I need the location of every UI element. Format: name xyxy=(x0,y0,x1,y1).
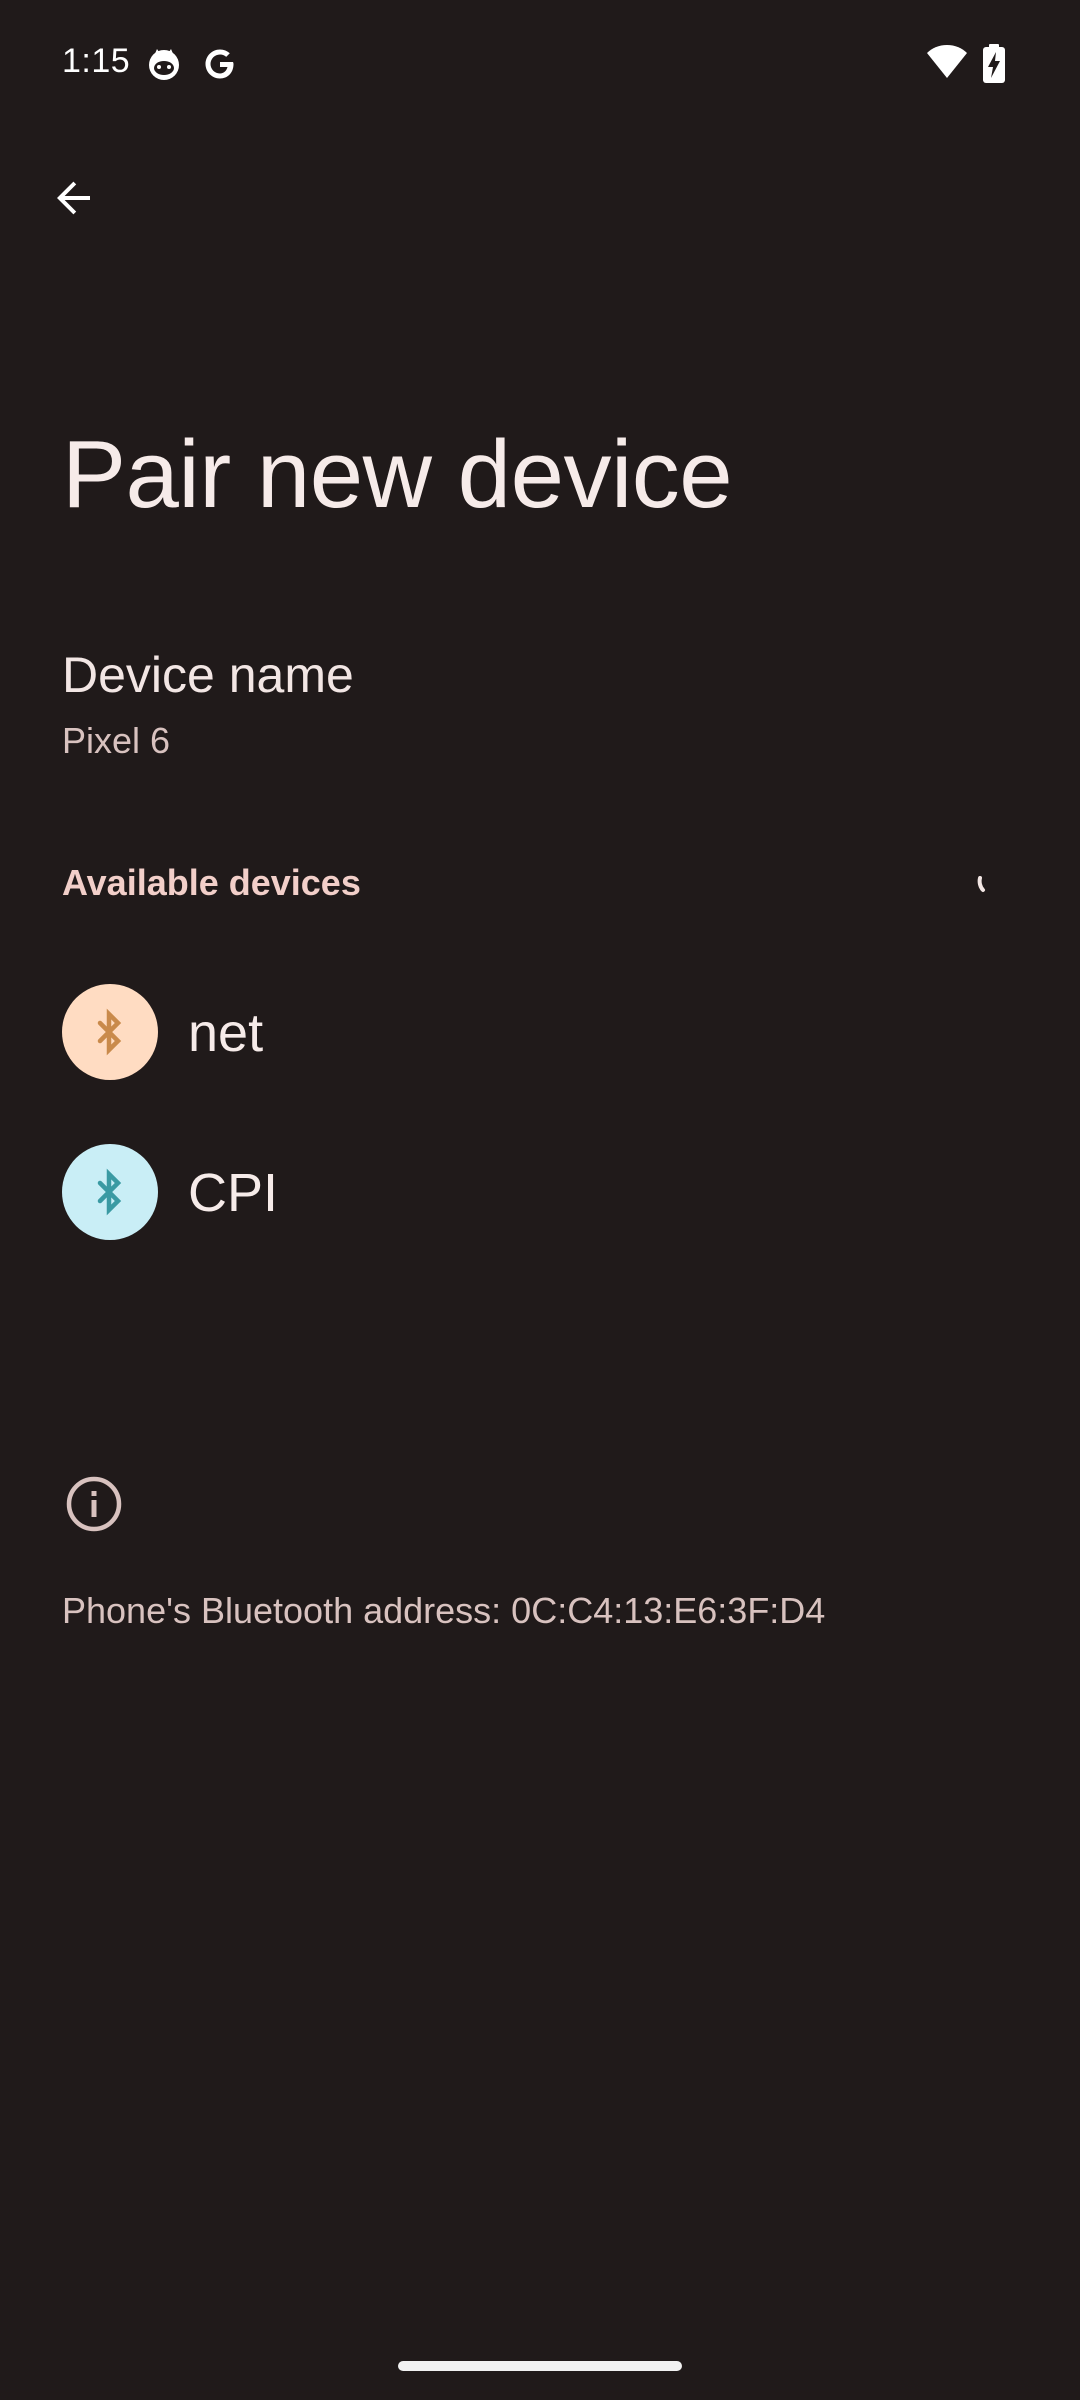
cat-face-icon xyxy=(146,46,182,87)
device-label: CPI xyxy=(188,1163,279,1223)
scanning-spinner xyxy=(974,876,992,894)
device-name-setting[interactable]: Device name Pixel 6 xyxy=(0,624,1080,784)
battery-charging-icon xyxy=(982,44,1006,89)
wifi-icon xyxy=(926,44,968,85)
back-button[interactable] xyxy=(36,162,112,238)
bluetooth-icon xyxy=(62,984,158,1080)
device-label: net xyxy=(188,1003,264,1063)
available-devices-header: Available devices xyxy=(62,862,361,903)
bluetooth-icon xyxy=(62,1144,158,1240)
back-arrow-icon xyxy=(50,174,98,227)
page-title: Pair new device xyxy=(62,421,733,528)
gesture-nav-handle[interactable] xyxy=(398,2361,682,2371)
device-name-title: Device name xyxy=(62,647,354,703)
status-bar: 1:15 xyxy=(0,0,1080,128)
status-time: 1:15 xyxy=(62,42,131,80)
device-row-net[interactable]: net xyxy=(0,958,1080,1108)
device-row-cpi[interactable]: CPI xyxy=(0,1118,1080,1268)
bluetooth-address-text: Phone's Bluetooth address: 0C:C4:13:E6:3… xyxy=(62,1590,826,1631)
info-icon xyxy=(64,1474,124,1534)
device-name-value: Pixel 6 xyxy=(62,720,171,761)
google-g-icon xyxy=(202,46,238,87)
